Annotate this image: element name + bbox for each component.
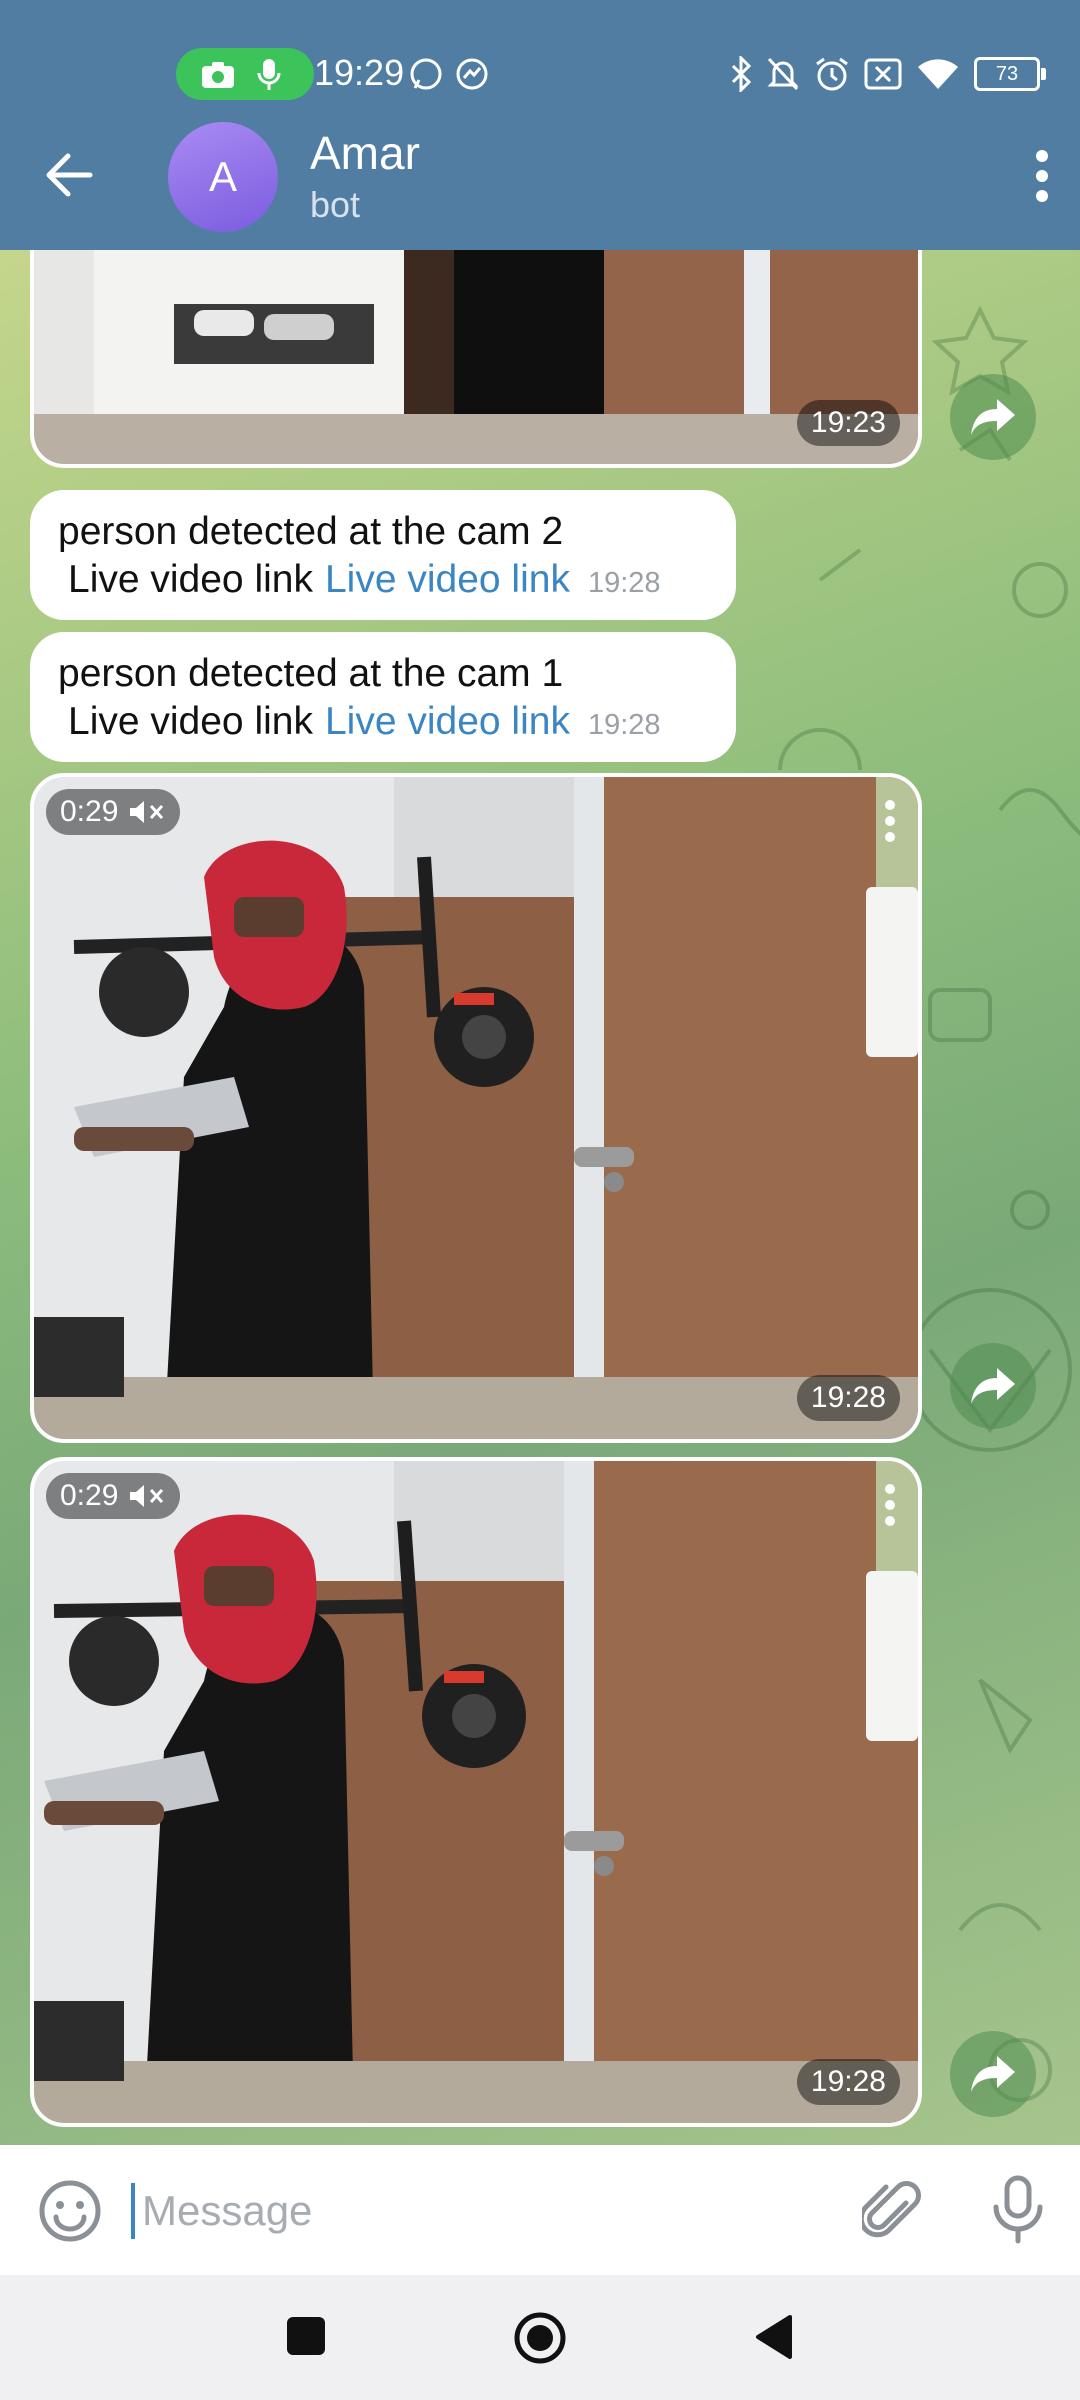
mute-icon[interactable] bbox=[128, 799, 166, 825]
video-thumbnail bbox=[34, 777, 918, 1439]
back-arrow-icon[interactable] bbox=[44, 150, 94, 200]
text-message[interactable]: person detected at the cam 1 Live video … bbox=[30, 632, 736, 762]
message-text-plain: Live video link bbox=[68, 558, 313, 601]
share-icon bbox=[971, 1368, 1015, 1404]
message-time: 19:28 bbox=[796, 1375, 900, 1421]
chat-title[interactable]: Amar bbox=[310, 126, 420, 180]
active-indicator-pill bbox=[176, 48, 314, 100]
share-button[interactable] bbox=[950, 374, 1036, 460]
video-message[interactable]: 0:29 19:28 bbox=[30, 773, 922, 1443]
mute-icon[interactable] bbox=[128, 1483, 166, 1509]
text-message[interactable]: person detected at the cam 2 Live video … bbox=[30, 490, 736, 620]
whatsapp-icon bbox=[410, 58, 442, 90]
share-button[interactable] bbox=[950, 2031, 1036, 2117]
message-text-plain: Live video link bbox=[68, 700, 313, 743]
message-text: person detected at the cam 2 bbox=[58, 510, 564, 553]
nav-home-icon[interactable] bbox=[512, 2310, 568, 2366]
top-bar: 19:29 73 A Amar bot bbox=[0, 0, 1080, 250]
video-duration[interactable]: 0:29 bbox=[46, 1473, 181, 1519]
message-text: person detected at the cam 1 bbox=[58, 652, 564, 695]
messenger-icon bbox=[456, 58, 488, 90]
video-preview bbox=[34, 777, 918, 1439]
message-line: Live video link Live video link 19:28 bbox=[58, 558, 708, 606]
message-time: 19:28 bbox=[587, 709, 661, 741]
video-duration-text: 0:29 bbox=[60, 795, 119, 828]
more-vert-icon[interactable] bbox=[884, 1483, 896, 1527]
close-box-icon bbox=[864, 58, 902, 90]
message-time: 19:23 bbox=[796, 400, 900, 446]
bell-off-icon bbox=[767, 57, 799, 91]
bluetooth-icon bbox=[731, 56, 752, 92]
camera-frame-image bbox=[34, 250, 918, 464]
nav-back-icon[interactable] bbox=[752, 2313, 794, 2361]
video-preview bbox=[34, 1461, 918, 2123]
system-status-icons: 73 bbox=[730, 54, 1046, 94]
video-duration-text: 0:29 bbox=[60, 1479, 119, 1512]
nav-square-icon[interactable] bbox=[287, 2317, 325, 2355]
emoji-icon[interactable] bbox=[38, 2179, 102, 2243]
message-composer bbox=[0, 2145, 1080, 2275]
message-line: Live video link Live video link 19:28 bbox=[58, 700, 708, 748]
message-time: 19:28 bbox=[587, 567, 661, 599]
live-video-link[interactable]: Live video link bbox=[325, 558, 570, 601]
text-caret bbox=[131, 2183, 135, 2239]
video-message[interactable]: 0:29 19:28 bbox=[30, 1457, 922, 2127]
notification-icons bbox=[410, 58, 488, 90]
status-clock: 19:29 bbox=[314, 52, 405, 93]
alarm-icon bbox=[816, 57, 848, 91]
share-button[interactable] bbox=[950, 1343, 1036, 1429]
system-nav-bar bbox=[0, 2275, 1080, 2400]
camera-icon bbox=[202, 62, 234, 88]
photo-preview bbox=[34, 250, 918, 464]
share-icon bbox=[971, 399, 1015, 435]
video-duration[interactable]: 0:29 bbox=[46, 789, 181, 835]
message-time: 19:28 bbox=[796, 2059, 900, 2105]
live-video-link[interactable]: Live video link bbox=[325, 700, 570, 743]
chat-subtitle: bot bbox=[310, 184, 361, 225]
mic-icon[interactable] bbox=[990, 2175, 1046, 2245]
video-thumbnail bbox=[34, 1461, 918, 2123]
mic-icon bbox=[257, 59, 281, 90]
photo-message[interactable]: 19:23 bbox=[30, 250, 922, 468]
more-vert-icon[interactable] bbox=[1032, 148, 1052, 204]
chat-area[interactable]: 19:23 person detected at the cam 2 Live … bbox=[0, 250, 1080, 2145]
attach-icon[interactable] bbox=[862, 2179, 922, 2243]
wifi-icon bbox=[918, 59, 958, 89]
share-icon bbox=[971, 2056, 1015, 2092]
message-input[interactable] bbox=[140, 2175, 824, 2247]
avatar[interactable]: A bbox=[168, 122, 278, 232]
battery-icon: 73 bbox=[974, 57, 1046, 91]
more-vert-icon[interactable] bbox=[884, 799, 896, 843]
